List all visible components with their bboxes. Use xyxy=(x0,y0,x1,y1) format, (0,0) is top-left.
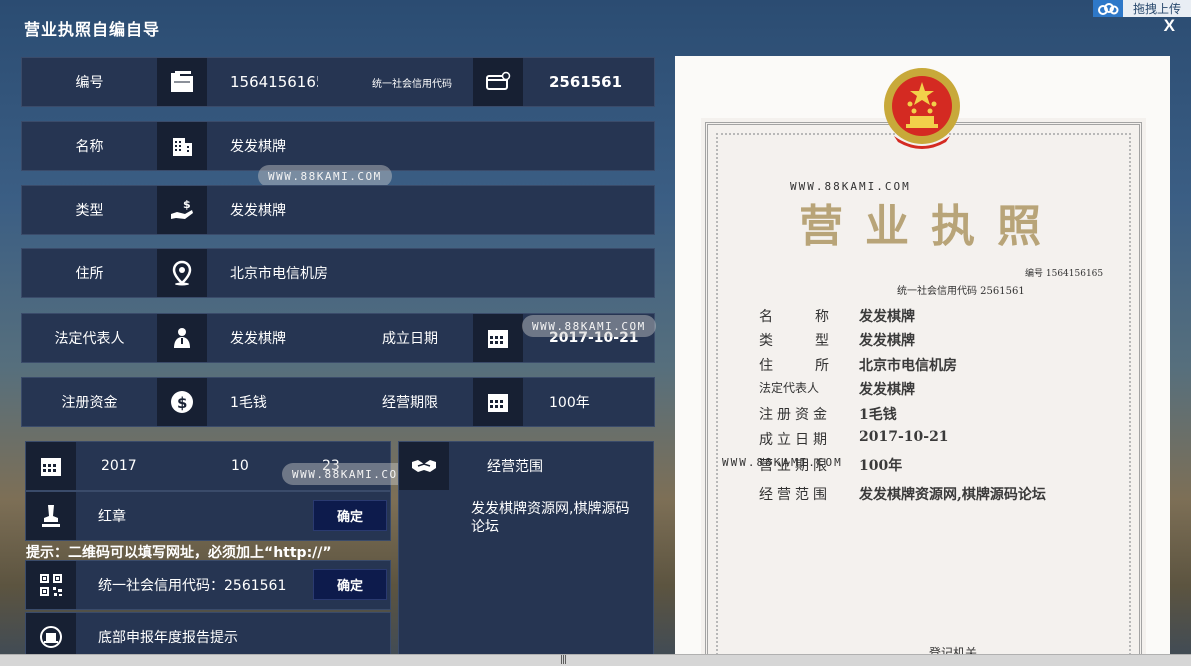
cloud-icon xyxy=(1093,0,1123,17)
legal-rep-label: 法定代表人 xyxy=(54,331,125,347)
seal-confirm-button[interactable]: 确定 xyxy=(313,500,387,531)
cert-row-name: 名 称发发棋牌 xyxy=(759,309,915,325)
month-input[interactable]: 10 xyxy=(231,442,271,490)
watermark: WWW.88KAMI.COM xyxy=(722,456,843,469)
cert-row-scope: 经营范围 发发棋牌资源网,棋牌源码论坛 xyxy=(759,487,1046,503)
type-row: 类型 $ 发发棋牌 xyxy=(21,185,655,235)
scope-textarea[interactable]: 发发棋牌资源网,棋牌源码论坛 xyxy=(471,500,641,536)
number-row: 编号 1564156165 统一社会信用代码 2561561 xyxy=(21,57,655,107)
qr-row: 统一社会信用代码：2561561 确定 xyxy=(25,560,391,610)
card-icon xyxy=(473,58,523,106)
status-bar xyxy=(0,654,1191,666)
qr-hint: 提示：二维码可以填写网址，必须加上“http://” xyxy=(26,545,332,561)
cert-row-type: 类 型发发棋牌 xyxy=(759,333,915,349)
app-title: 营业执照自编自导 xyxy=(24,20,161,39)
address-input[interactable]: 北京市电信机房 xyxy=(230,249,630,297)
seal-row: 红章 确定 xyxy=(25,491,391,541)
qr-label: 统一社会信用代码：2561561 xyxy=(98,578,287,594)
dollar-coin-icon: $ xyxy=(157,378,207,426)
folder-icon xyxy=(157,58,207,106)
national-emblem-icon xyxy=(880,64,964,160)
cert-row-founded: 成立日期 2017-10-21 xyxy=(759,429,949,448)
upload-label: 拖拽上传 xyxy=(1133,2,1182,16)
type-input[interactable]: 发发棋牌 xyxy=(230,186,630,234)
cert-row-address: 住 所北京市电信机房 xyxy=(759,358,957,374)
person-icon xyxy=(157,314,207,362)
svg-text:$: $ xyxy=(183,198,191,211)
svg-text:$: $ xyxy=(177,394,187,412)
stamp-icon xyxy=(26,492,76,540)
certificate-number: 编号 1564156165 xyxy=(1025,269,1104,279)
calendar-icon xyxy=(473,314,523,362)
resize-grip-icon[interactable]: ||| xyxy=(560,655,567,665)
year-input[interactable]: 2017 xyxy=(101,442,161,490)
scope-label: 经营范围 xyxy=(487,459,543,475)
handshake-icon xyxy=(399,442,449,490)
location-pin-icon xyxy=(157,249,207,297)
qr-confirm-button[interactable]: 确定 xyxy=(313,569,387,600)
cert-row-capital: 注册资金 1毛钱 xyxy=(759,407,897,423)
term-label: 经营期限 xyxy=(382,395,438,411)
credit-code-input[interactable]: 2561561 xyxy=(549,58,649,106)
name-input[interactable]: 发发棋牌 xyxy=(230,122,630,170)
cert-row-legal-rep: 法定代表人 发发棋牌 xyxy=(759,381,915,398)
certificate-title: 营业执照 xyxy=(799,201,1063,252)
qr-code-icon xyxy=(26,561,76,609)
address-label: 住所 xyxy=(75,266,104,282)
building-icon xyxy=(157,122,207,170)
name-row: 名称 发发棋牌 xyxy=(21,121,655,171)
type-label: 类型 xyxy=(75,203,104,219)
number-input[interactable]: 1564156165 xyxy=(230,58,318,106)
drag-upload-button[interactable]: 拖拽上传 xyxy=(1093,0,1191,17)
number-label: 编号 xyxy=(75,75,104,91)
title-bar: 营业执照自编自导 X xyxy=(0,0,1191,52)
watermark: WWW.88KAMI.COM xyxy=(258,165,392,187)
capital-row: 注册资金 $ 1毛钱 经营期限 100年 xyxy=(21,377,655,427)
calendar-icon xyxy=(473,378,523,426)
watermark: WWW.88KAMI.COM xyxy=(282,463,416,485)
license-preview: WWW.88KAMI.COM 营业执照 编号 1564156165 统一社会信用… xyxy=(675,56,1170,666)
certificate-credit-code: 统一社会信用代码 2561561 xyxy=(897,286,1025,297)
seal-label: 红章 xyxy=(98,509,126,525)
capital-label: 注册资金 xyxy=(61,395,118,411)
name-label: 名称 xyxy=(75,139,104,155)
capital-input[interactable]: 1毛钱 xyxy=(230,378,350,426)
close-button[interactable]: X xyxy=(1164,16,1175,36)
calendar-icon xyxy=(26,442,76,490)
legal-rep-input[interactable]: 发发棋牌 xyxy=(230,314,350,362)
watermark: WWW.88KAMI.COM xyxy=(522,315,656,337)
address-row: 住所 北京市电信机房 xyxy=(21,248,655,298)
scope-panel: 经营范围 发发棋牌资源网,棋牌源码论坛 xyxy=(398,441,654,662)
founded-label: 成立日期 xyxy=(382,331,438,347)
term-input[interactable]: 100年 xyxy=(549,378,649,426)
credit-code-label: 统一社会信用代码 xyxy=(372,78,452,90)
money-hand-icon: $ xyxy=(157,186,207,234)
